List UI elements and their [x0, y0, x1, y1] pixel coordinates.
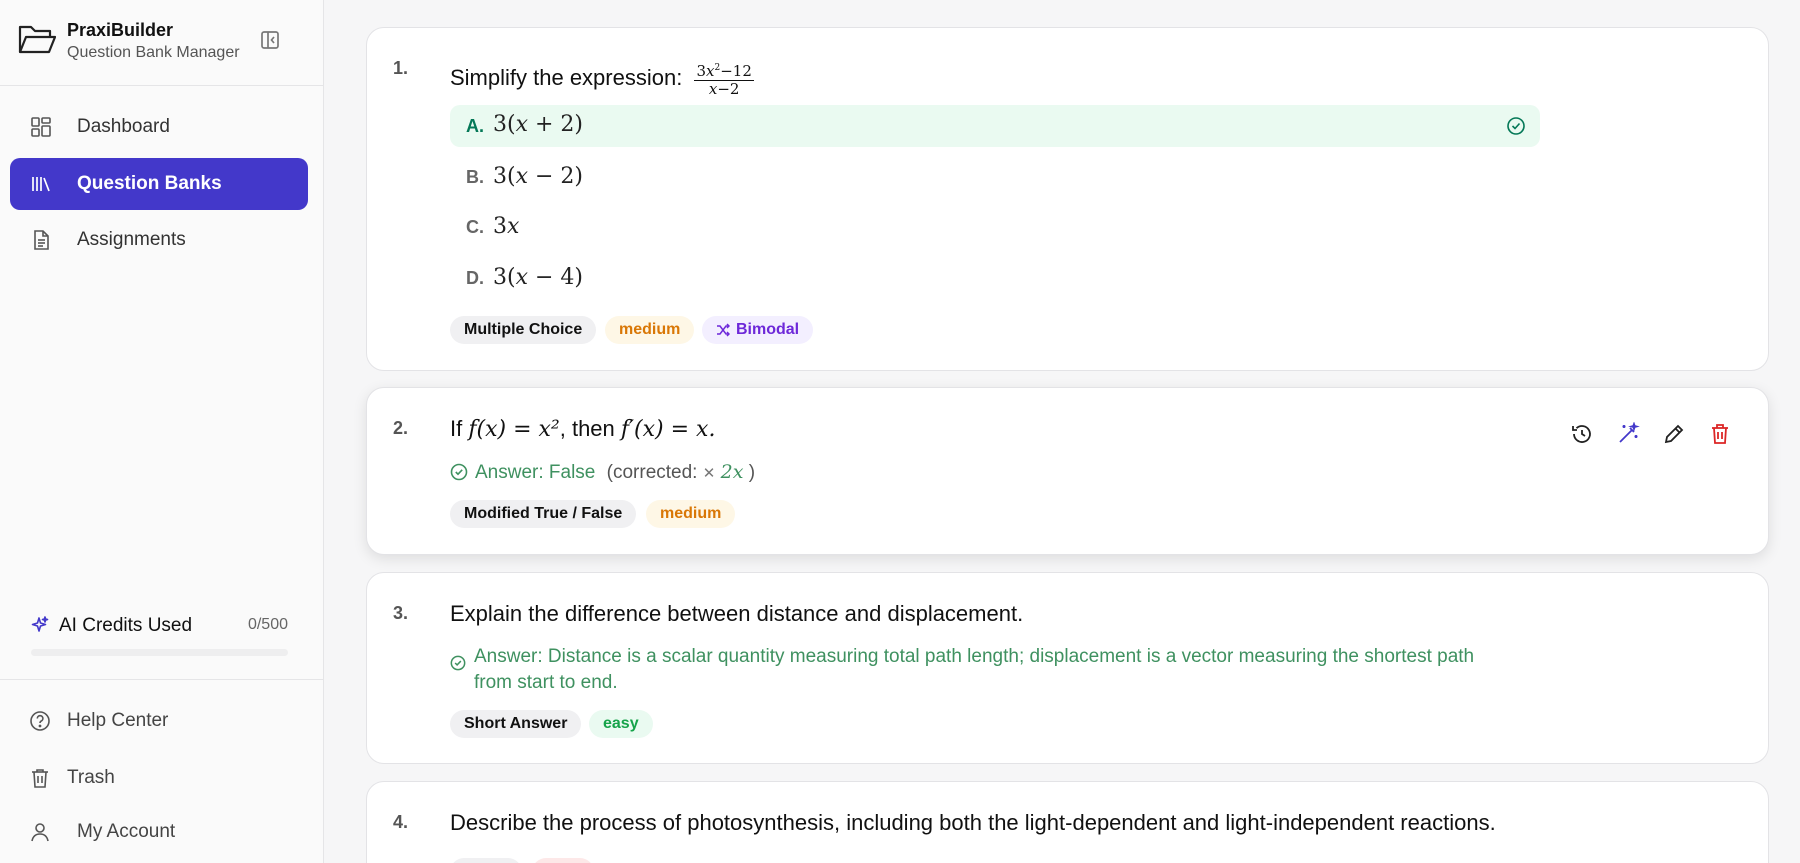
question-number: 4.	[393, 812, 409, 832]
option-letter: D.	[466, 268, 484, 288]
question-formula: f(x) = x²	[468, 417, 560, 442]
strike-icon: ✕	[702, 465, 716, 482]
option-letter: A.	[466, 116, 484, 136]
question-type-badge: Multiple Choice	[450, 316, 597, 344]
folder-open-icon	[18, 25, 56, 54]
corrected-value: 2x	[720, 461, 744, 483]
question-text-prefix: Simplify the expression:	[450, 64, 683, 90]
brand-header: PraxiBuilder Question Bank Manager	[0, 0, 323, 86]
answer-text-line: Answer: Distance is a scalar quantity me…	[474, 646, 1475, 667]
bimodal-badge-label: Bimodal	[736, 321, 800, 338]
question-formula: 3x2−12 x−2	[694, 62, 754, 98]
difficulty-badge	[532, 858, 594, 863]
question-text-then: , then	[559, 416, 615, 441]
ai-credits-count: 0/500	[247, 616, 288, 633]
question-number: 2.	[393, 418, 409, 438]
option-value: 3(x + 2)	[493, 112, 584, 137]
corrected-answer: (corrected: ✕ 2x )	[606, 461, 756, 483]
sidebar-item-trash[interactable]: Trash	[29, 763, 115, 793]
delete-icon[interactable]	[1708, 422, 1732, 446]
dashboard-icon	[31, 117, 51, 137]
corrected-suffix: )	[748, 462, 756, 483]
history-icon[interactable]	[1570, 422, 1594, 446]
check-circle-icon	[450, 655, 466, 671]
check-circle-icon	[1507, 117, 1525, 135]
difficulty-badge: medium	[646, 500, 736, 528]
sidebar-item-question-banks[interactable]: Question Banks	[10, 158, 308, 210]
corrected-prefix: (corrected:	[606, 462, 698, 483]
question-card[interactable]: 4. Describe the process of photosynthesi…	[366, 781, 1769, 863]
sidebar-item-assignments[interactable]: Assignments	[10, 214, 308, 266]
question-type-badge	[450, 858, 522, 863]
answer-label: Answer: False	[475, 462, 596, 483]
answer-line: Answer: False (corrected: ✕ 2x )	[450, 461, 755, 484]
brand-subtitle: Question Bank Manager	[67, 44, 240, 61]
option-value: 3(x − 2)	[493, 164, 584, 189]
difficulty-badge: medium	[605, 316, 695, 344]
answer-line: Answer: Distance is a scalar quantity me…	[450, 644, 1474, 696]
trash-icon	[32, 769, 48, 788]
option-value: 3x	[493, 214, 520, 239]
sidebar-item-label: Question Banks	[77, 173, 222, 194]
sidebar-item-label: Assignments	[77, 229, 186, 250]
sidebar: PraxiBuilder Question Bank Manager Dashb…	[0, 0, 324, 863]
sidebar-collapse-icon[interactable]	[260, 30, 280, 50]
answer-option[interactable]: B. 3(x − 2)	[450, 156, 1540, 198]
sidebar-item-label: My Account	[77, 821, 176, 842]
help-icon	[30, 711, 50, 731]
check-circle-icon	[450, 463, 468, 481]
question-text: Describe the process of photosynthesis, …	[450, 810, 1496, 835]
question-text: If f(x) = x², then f′(x) = x.	[450, 416, 715, 442]
sidebar-item-label: Trash	[67, 767, 115, 788]
question-text: Simplify the expression: 3x2−12 x−2	[450, 60, 754, 98]
sidebar-item-help-center[interactable]: Help Center	[29, 706, 168, 736]
question-card[interactable]: 3. Explain the difference between distan…	[366, 572, 1769, 764]
bimodal-badge: Bimodal	[702, 316, 814, 344]
question-text: Explain the difference between distance …	[450, 601, 1024, 626]
sidebar-item-label: Help Center	[67, 710, 169, 731]
library-icon	[32, 177, 50, 192]
question-card[interactable]: 2. If f(x) = x², then f′(x) = x. Answer:…	[366, 387, 1769, 555]
brand-name: PraxiBuilder	[67, 20, 174, 40]
sparkle-icon	[31, 616, 49, 632]
answer-option[interactable]: D. 3(x − 4)	[450, 257, 1540, 299]
answer-text-line: from start to end.	[474, 672, 618, 693]
sidebar-item-label: Dashboard	[77, 116, 170, 137]
question-number: 1.	[393, 58, 409, 78]
ai-credits-label: AI Credits Used	[59, 615, 193, 636]
option-letter: C.	[466, 217, 484, 237]
ai-credits-progress	[31, 649, 288, 656]
option-value: 3(x − 4)	[493, 265, 584, 290]
question-type-badge: Modified True / False	[450, 500, 637, 528]
magic-wand-icon[interactable]	[1616, 422, 1640, 446]
shuffle-icon	[717, 323, 730, 337]
sidebar-item-my-account[interactable]: My Account	[29, 817, 175, 847]
question-text-if: If	[450, 416, 463, 441]
sidebar-divider	[0, 679, 323, 680]
question-type-badge: Short Answer	[450, 710, 582, 738]
answer-option[interactable]: A. 3(x + 2)	[450, 105, 1540, 147]
user-icon	[31, 823, 49, 842]
sidebar-item-dashboard[interactable]: Dashboard	[10, 101, 308, 153]
pencil-icon[interactable]	[1662, 422, 1686, 446]
answer-option[interactable]: C. 3x	[450, 206, 1540, 248]
difficulty-badge: easy	[589, 710, 653, 738]
question-actions	[1548, 422, 1732, 446]
question-formula: f′(x) = x.	[620, 417, 716, 442]
document-icon	[34, 230, 49, 250]
question-number: 3.	[393, 603, 409, 623]
question-card[interactable]: 1. Simplify the expression: 3x2−12 x−2 A…	[366, 27, 1769, 371]
option-letter: B.	[466, 167, 484, 187]
